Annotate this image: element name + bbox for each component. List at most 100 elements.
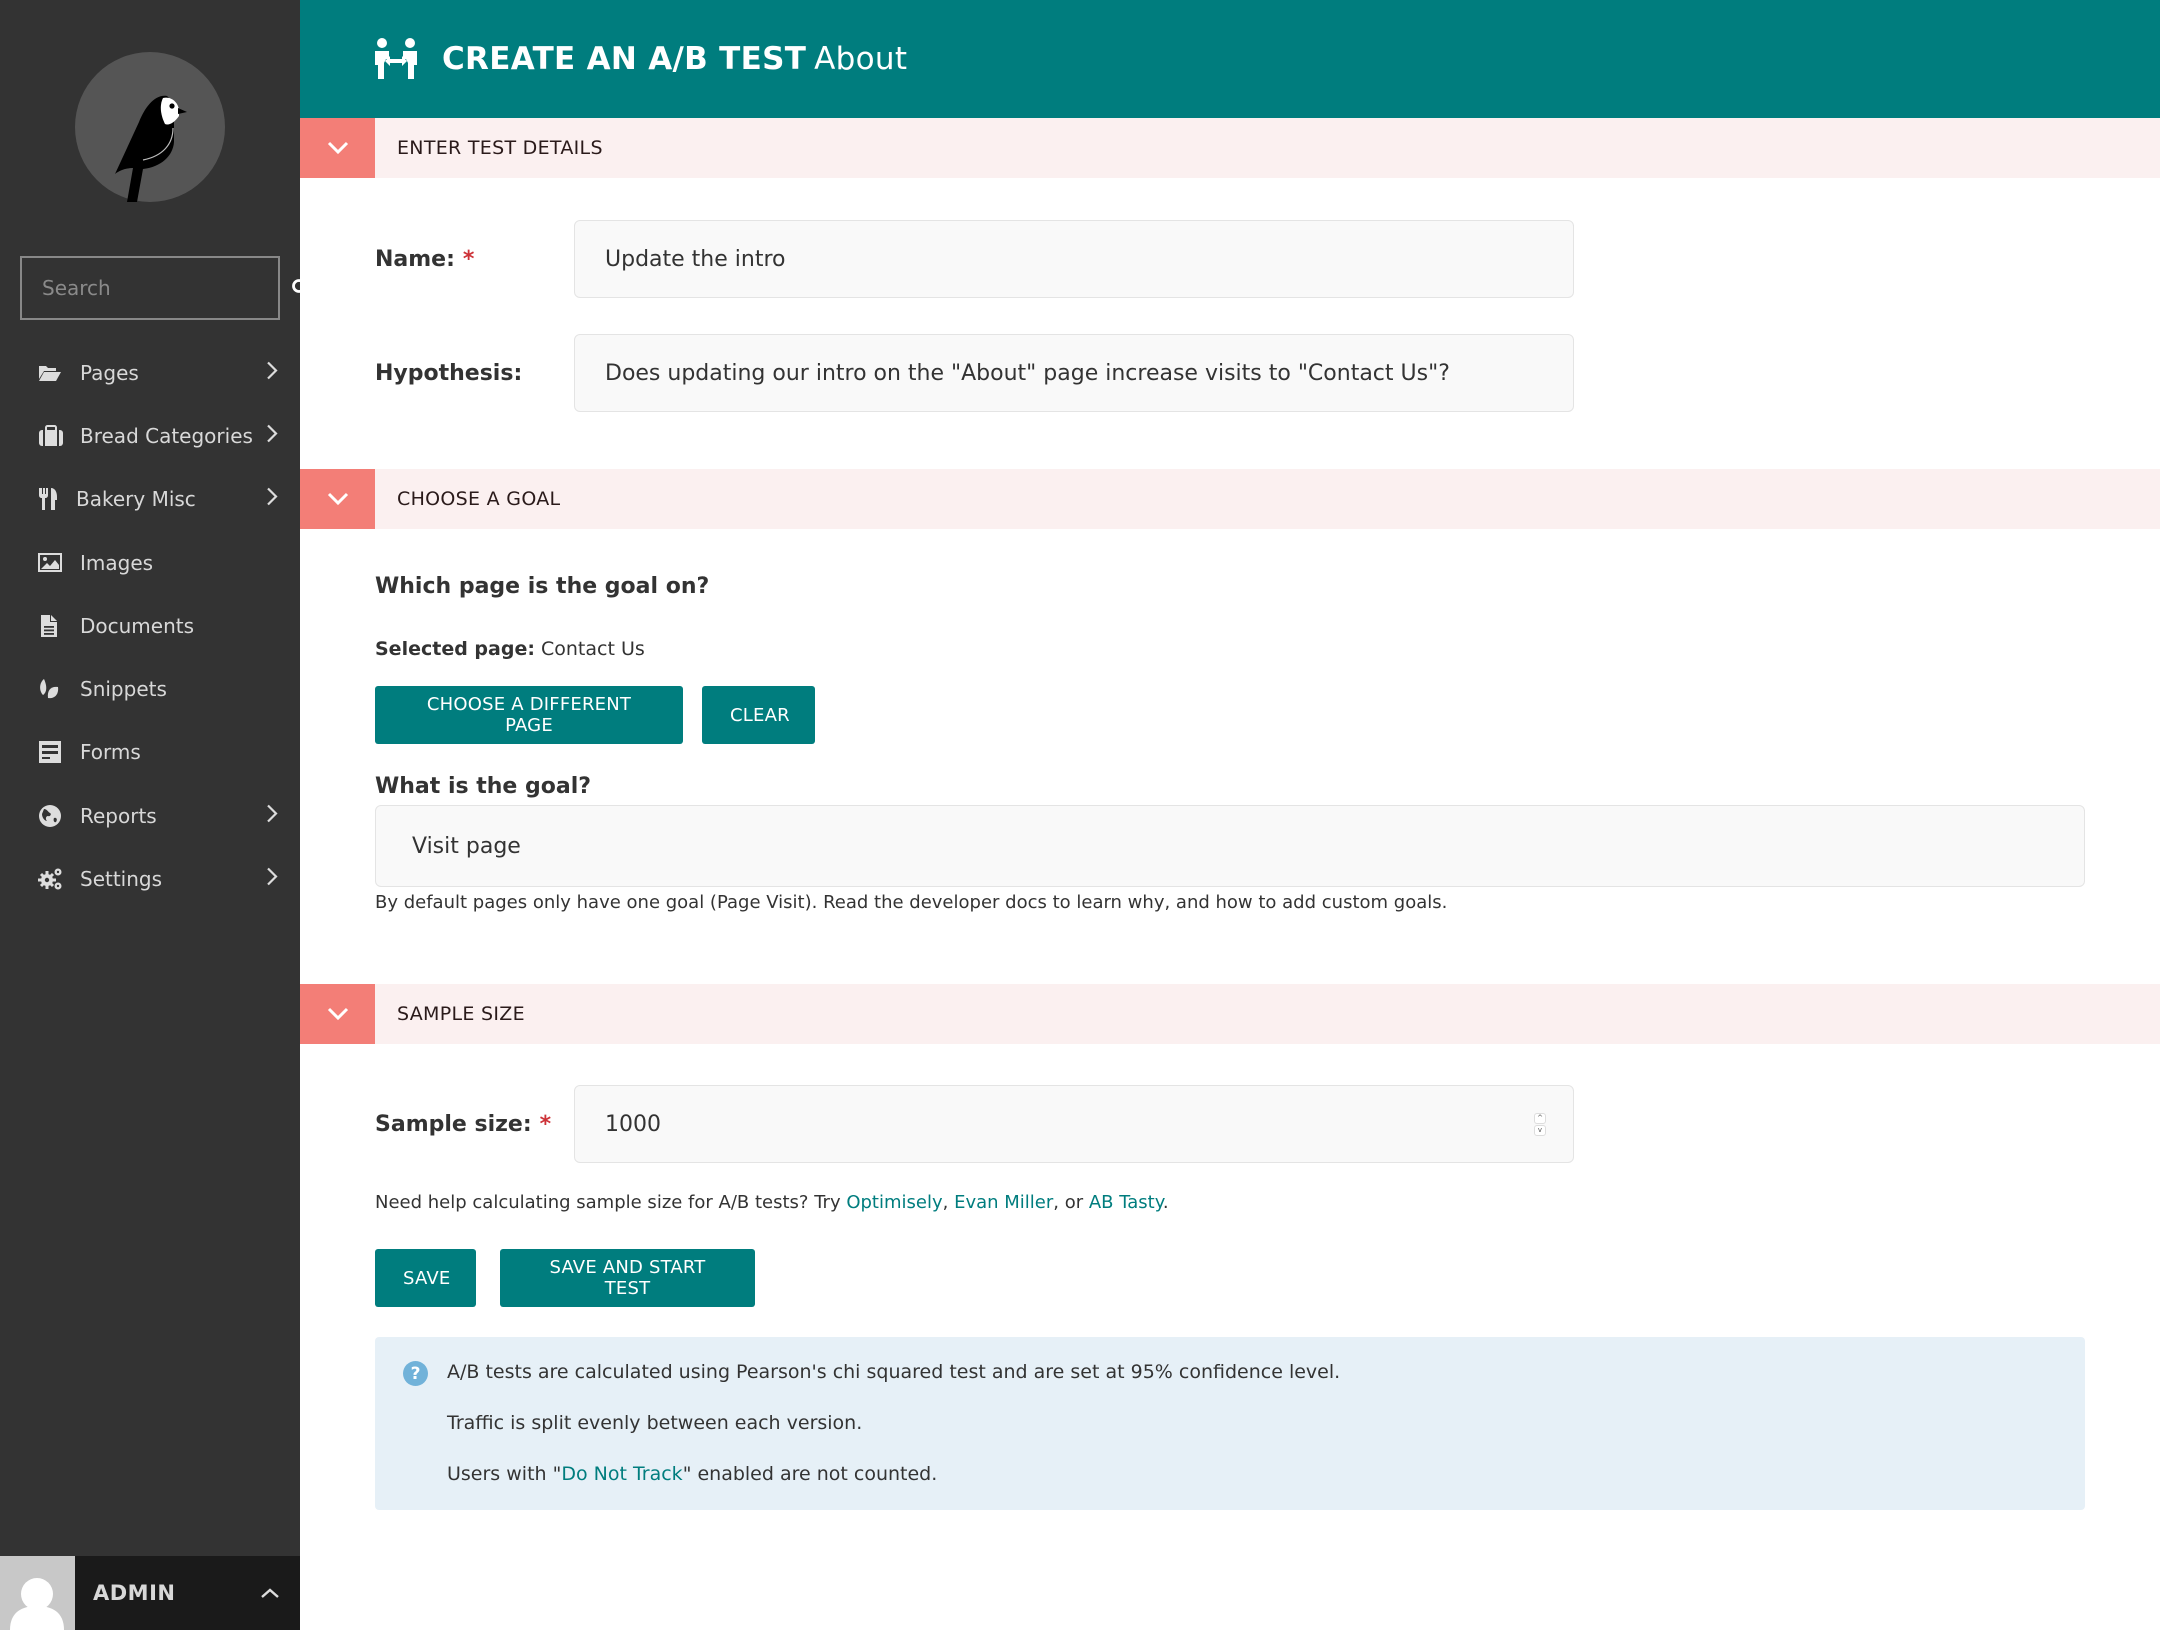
separator: , or [1053,1192,1089,1213]
sidebar-item-images[interactable]: Images [0,531,300,594]
do-not-track-link[interactable]: Do Not Track [561,1463,682,1485]
info-line-2: Traffic is split evenly between each ver… [447,1412,863,1434]
selected-page-value: Contact Us [540,638,645,660]
name-field-row: Name: * [375,220,1574,298]
hypothesis-field-row: Hypothesis: [375,334,1574,412]
chevron-right-icon [266,487,278,512]
hypothesis-label: Hypothesis: [375,360,523,386]
sidebar-menu: Pages Bread Categories Bakery Misc Image… [0,341,300,911]
folder-open-icon [38,361,66,385]
sidebar-item-label: Bakery Misc [76,487,196,512]
sidebar-search [20,256,310,320]
sidebar-item-pages[interactable]: Pages [0,341,300,404]
sample-size-label-text: Sample size: [375,1111,532,1137]
main-content: CREATE AN A/B TEST About ENTER TEST DETAI… [300,0,2160,1630]
account-name: ADMIN [93,1581,176,1605]
name-input[interactable] [574,220,1574,298]
goal-input[interactable] [375,805,2085,887]
account-toggle[interactable] [240,1556,300,1630]
chevron-right-icon [266,423,278,448]
chevron-down-icon [300,984,375,1044]
sidebar-item-documents[interactable]: Documents [0,594,300,657]
sidebar-item-snippets[interactable]: Snippets [0,657,300,720]
clear-button[interactable]: CLEAR [702,686,815,744]
info-line-3-prefix: Users with " [447,1463,562,1485]
account-menu[interactable]: ADMIN [0,1556,300,1630]
number-stepper[interactable]: ^ v [1534,1113,1546,1136]
section-toggle-choose-goal[interactable]: CHOOSE A GOAL [300,469,2160,529]
sample-size-input[interactable] [574,1085,1574,1163]
suitcase-icon [38,424,66,448]
chevron-right-icon [266,360,278,385]
separator: , [942,1192,955,1213]
sample-size-label: Sample size: * [375,1112,574,1137]
stepper-up-icon[interactable]: ^ [1534,1113,1546,1124]
save-and-start-test-button[interactable]: SAVE AND START TEST [500,1249,755,1307]
sidebar-item-label: Settings [80,867,163,892]
snippet-leaf-icon [38,677,66,701]
globe-icon [38,804,66,828]
sidebar-item-settings[interactable]: Settings [0,847,300,910]
help-prefix: Need help calculating sample size for A/… [375,1192,847,1213]
name-label-text: Name: [375,246,455,272]
help-question-icon: ? [403,1361,428,1386]
name-label: Name: * [375,247,574,272]
sidebar: Pages Bread Categories Bakery Misc Image… [0,0,310,1630]
choose-different-page-button[interactable]: CHOOSE A DIFFERENT PAGE [375,686,683,744]
ab-tasty-link[interactable]: AB Tasty [1089,1192,1163,1213]
page-title: CREATE AN A/B TEST About [442,41,907,77]
evan-miller-link[interactable]: Evan Miller [954,1192,1053,1213]
chevron-down-icon [300,118,375,178]
cogs-icon [38,867,66,891]
selected-page: Selected page: Contact Us [375,638,645,660]
document-icon [38,614,66,638]
form-icon [38,740,66,764]
sample-size-help: Need help calculating sample size for A/… [375,1192,1169,1213]
help-suffix: . [1162,1192,1169,1213]
sidebar-item-label: Images [80,550,154,575]
search-input[interactable] [22,258,291,318]
info-line-3-suffix: " enabled are not counted. [682,1463,938,1485]
section-title: ENTER TEST DETAILS [397,137,603,159]
chevron-down-icon [300,469,375,529]
sample-size-wrapper: ^ v [574,1085,1574,1163]
chevron-right-icon [266,867,278,892]
section-toggle-sample-size[interactable]: SAMPLE SIZE [300,984,2160,1044]
image-icon [38,551,66,575]
sidebar-item-reports[interactable]: Reports [0,784,300,847]
page-subtitle: About [814,41,908,77]
selected-page-label: Selected page: [375,638,535,660]
goal-help-text: By default pages only have one goal (Pag… [375,892,1448,913]
hypothesis-input[interactable] [574,334,1574,412]
chevron-up-icon [261,1588,279,1598]
sidebar-item-bread-categories[interactable]: Bread Categories [0,404,300,467]
sidebar-item-bakery-misc[interactable]: Bakery Misc [0,468,300,531]
stepper-down-icon[interactable]: v [1534,1125,1546,1136]
sidebar-item-label: Bread Categories [80,423,253,448]
sidebar-item-label: Forms [80,740,141,765]
chevron-right-icon [266,803,278,828]
sidebar-item-label: Reports [80,803,157,828]
info-box: ? A/B tests are calculated using Pearson… [375,1337,2085,1510]
sidebar-item-label: Documents [80,613,195,638]
utensils-icon [38,487,66,511]
goal-type-question: What is the goal? [375,774,592,799]
page-title-main: CREATE AN A/B TEST [442,41,807,77]
sidebar-item-label: Pages [80,360,139,385]
page-header: CREATE AN A/B TEST About [300,0,2160,118]
sidebar-item-forms[interactable]: Forms [0,721,300,784]
people-split-icon [372,37,420,81]
sample-size-field-row: Sample size: * ^ v [375,1085,1574,1163]
goal-page-question: Which page is the goal on? [375,574,710,599]
user-silhouette-icon [10,1578,64,1630]
avatar [0,1556,75,1630]
save-button[interactable]: SAVE [375,1249,476,1307]
section-title: CHOOSE A GOAL [397,488,561,510]
wagtail-logo[interactable] [75,52,225,202]
sidebar-item-label: Snippets [80,677,167,702]
info-line-3: Users with "Do Not Track" enabled are no… [447,1461,2085,1512]
optimisely-link[interactable]: Optimisely [846,1192,942,1213]
bird-icon [115,95,187,202]
section-toggle-test-details[interactable]: ENTER TEST DETAILS [300,118,2160,178]
required-asterisk: * [539,1111,552,1137]
